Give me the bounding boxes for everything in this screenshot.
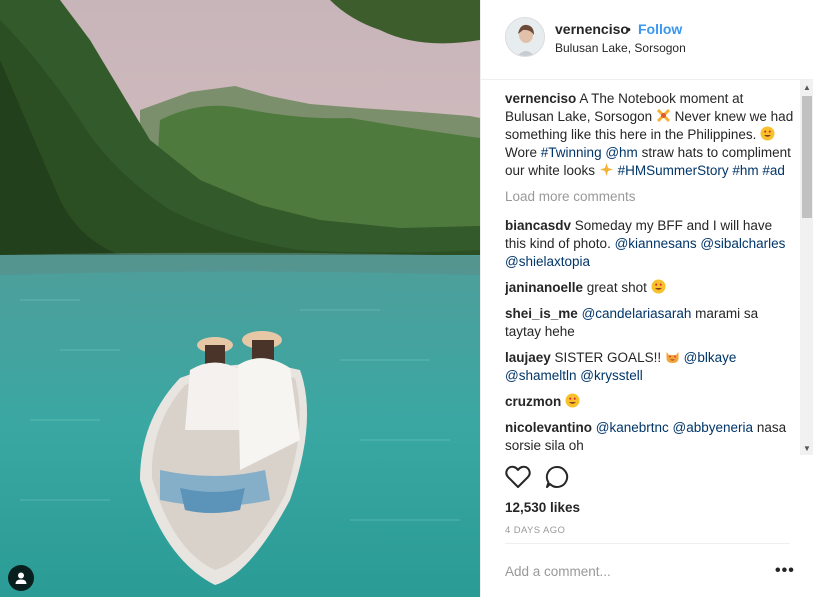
comment: janinanoelle great shot (505, 279, 795, 297)
comment-text: great shot (586, 280, 647, 295)
scroll-up-arrow[interactable]: ▲ (800, 80, 813, 94)
comment-username[interactable]: shei_is_me (505, 306, 578, 321)
mention-link[interactable]: @blkaye (684, 350, 737, 365)
comment-username[interactable]: vernenciso (505, 91, 576, 106)
comment: nicolevantino @kanebrtnc @abbyeneria nas… (505, 419, 795, 455)
scroll-down-arrow[interactable]: ▼ (800, 441, 813, 455)
comment-username[interactable]: nicolevantino (505, 420, 592, 435)
tagged-users-button[interactable] (8, 565, 34, 591)
caption: vernenciso A The Notebook moment at Bulu… (505, 90, 795, 180)
mention-link[interactable]: @sibalcharles (700, 236, 785, 251)
hashtag-link[interactable]: #Twinning (541, 145, 602, 160)
comments-list: vernenciso A The Notebook moment at Bulu… (505, 90, 795, 455)
follow-button[interactable]: Follow (638, 21, 682, 37)
caption-text: Wore (505, 145, 538, 160)
sparkle-emoji (599, 163, 613, 176)
comment: biancasdv Someday my BFF and I will have… (505, 217, 795, 271)
comment: laujaey SISTER GOALS!! @blkaye @shameltl… (505, 349, 795, 385)
heart-eyes-emoji (760, 126, 775, 141)
post-header: vernenciso • Follow Bulusan Lake, Sorsog… (481, 0, 813, 80)
more-options-button[interactable]: ••• (775, 562, 795, 580)
like-count[interactable]: 12,530 likes (505, 500, 580, 515)
comments-scrollbar[interactable]: ▲ ▼ (800, 80, 813, 455)
mention-link[interactable]: @shielaxtopia (505, 254, 590, 269)
add-comment-input[interactable] (505, 564, 745, 579)
scrollbar-thumb[interactable] (802, 96, 812, 218)
heart-eyes-emoji (565, 393, 580, 408)
comment-text: SISTER GOALS!! (554, 350, 662, 365)
heart-eyes-emoji (651, 279, 666, 294)
comment-username[interactable]: cruzmon (505, 394, 561, 409)
location-link[interactable]: Bulusan Lake, Sorsogon (555, 41, 686, 55)
avatar[interactable] (505, 17, 545, 57)
separator-dot: • (626, 21, 631, 37)
add-comment-section: ••• (505, 543, 794, 597)
mention-link[interactable]: @kiannesans (615, 236, 697, 251)
post-actions (505, 463, 605, 493)
hashtag-link[interactable]: #HMSummerStory (618, 163, 729, 178)
comment-username[interactable]: laujaey (505, 350, 551, 365)
post-photo[interactable] (0, 0, 480, 597)
mention-link[interactable]: @shameltln (505, 368, 576, 383)
mention-link[interactable]: @candelariasarah (582, 306, 692, 321)
heart-icon[interactable] (505, 465, 531, 489)
heart-eyes-cat-emoji (666, 352, 679, 363)
hashtag-link[interactable]: #hm (732, 163, 758, 178)
post-username[interactable]: vernenciso (555, 21, 629, 37)
comment: shei_is_me @candelariasarah marami sa ta… (505, 305, 795, 341)
hashtag-link[interactable]: #ad (762, 163, 785, 178)
comment-username[interactable]: janinanoelle (505, 280, 583, 295)
mention-link[interactable]: @krysstell (580, 368, 642, 383)
mention-link[interactable]: @abbyeneria (673, 420, 754, 435)
mention-link[interactable]: @hm (605, 145, 637, 160)
user-tag-icon (15, 572, 27, 584)
ribbon-emoji (656, 108, 670, 123)
mention-link[interactable]: @kanebrtnc (596, 420, 669, 435)
post-timestamp: 4 DAYS AGO (505, 525, 566, 536)
load-more-comments-button[interactable]: Load more comments (505, 188, 795, 206)
comment: cruzmon (505, 393, 795, 411)
post-side-panel: vernenciso • Follow Bulusan Lake, Sorsog… (480, 0, 813, 597)
photo-scene (0, 0, 480, 597)
comment-username[interactable]: biancasdv (505, 218, 571, 233)
comment-icon[interactable] (545, 465, 569, 489)
